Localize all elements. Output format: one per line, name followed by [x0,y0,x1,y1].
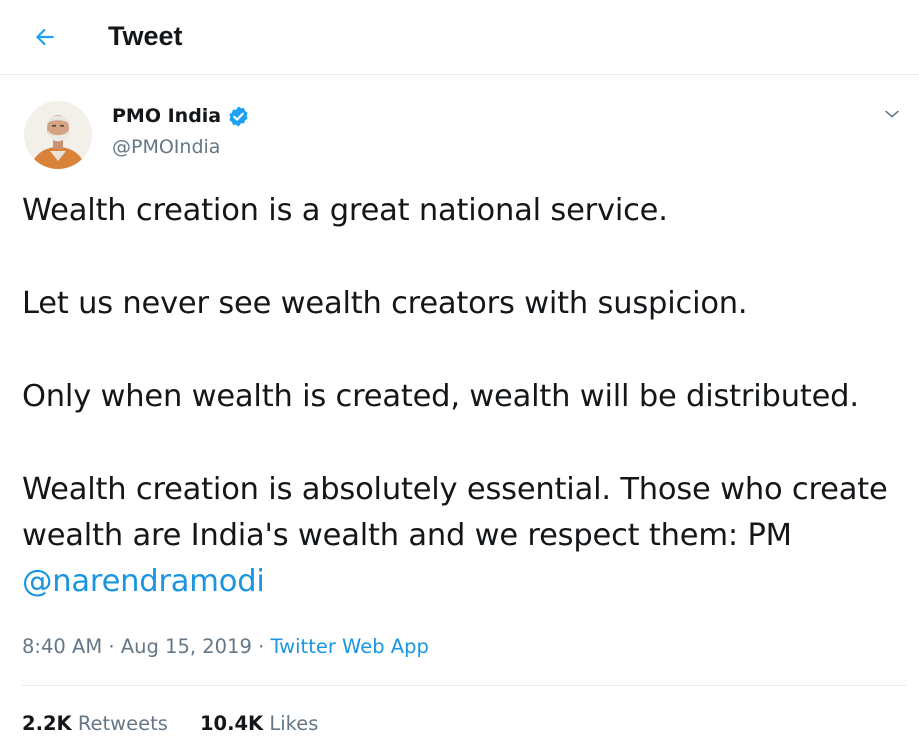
author-handle[interactable]: @PMOIndia [112,134,220,160]
tweet-paragraph: Only when wealth is created, wealth will… [22,379,859,414]
tweet-menu-button[interactable] [880,102,904,126]
tweet-source-link[interactable]: Twitter Web App [271,635,429,658]
tweet-paragraph: Wealth creation is absolutely essential.… [22,467,902,605]
likes-count: 10.4K [199,712,264,735]
meta-separator: · [102,635,121,658]
tweet-header: Tweet [0,0,919,75]
verified-badge-icon [227,105,250,128]
tweet-paragraph-text: Wealth creation is absolutely essential.… [22,472,888,553]
retweets-count: 2.2K [22,712,72,735]
meta-separator: · [251,635,271,658]
tweet-meta: 8:40 AM · Aug 15, 2019 · Twitter Web App [22,633,429,661]
likes-stat[interactable]: 10.4K Likes [200,710,318,738]
arrow-left-icon [35,28,54,46]
chevron-down-icon [885,110,899,118]
avatar[interactable] [24,101,92,169]
profile-photo [24,101,92,169]
mention-link[interactable]: @narendramodi [22,564,265,599]
retweets-label: Retweets [77,712,168,735]
likes-label: Likes [269,712,319,735]
retweets-stat[interactable]: 2.2K Retweets [22,710,168,738]
tweet-paragraph: Let us never see wealth creators with su… [22,286,748,321]
page-title: Tweet [108,21,183,51]
tweet-date[interactable]: Aug 15, 2019 [121,635,252,658]
tweet-text: Wealth creation is a great national serv… [22,188,902,605]
tweet-time[interactable]: 8:40 AM [22,635,102,658]
author-name-text: PMO India [112,105,222,127]
author-name[interactable]: PMO India [112,103,250,129]
tweet-stats: 2.2K Retweets 10.4K Likes [22,710,350,738]
tweet-paragraph: Wealth creation is a great national serv… [22,193,668,228]
back-button[interactable] [30,22,60,52]
divider [22,685,906,686]
